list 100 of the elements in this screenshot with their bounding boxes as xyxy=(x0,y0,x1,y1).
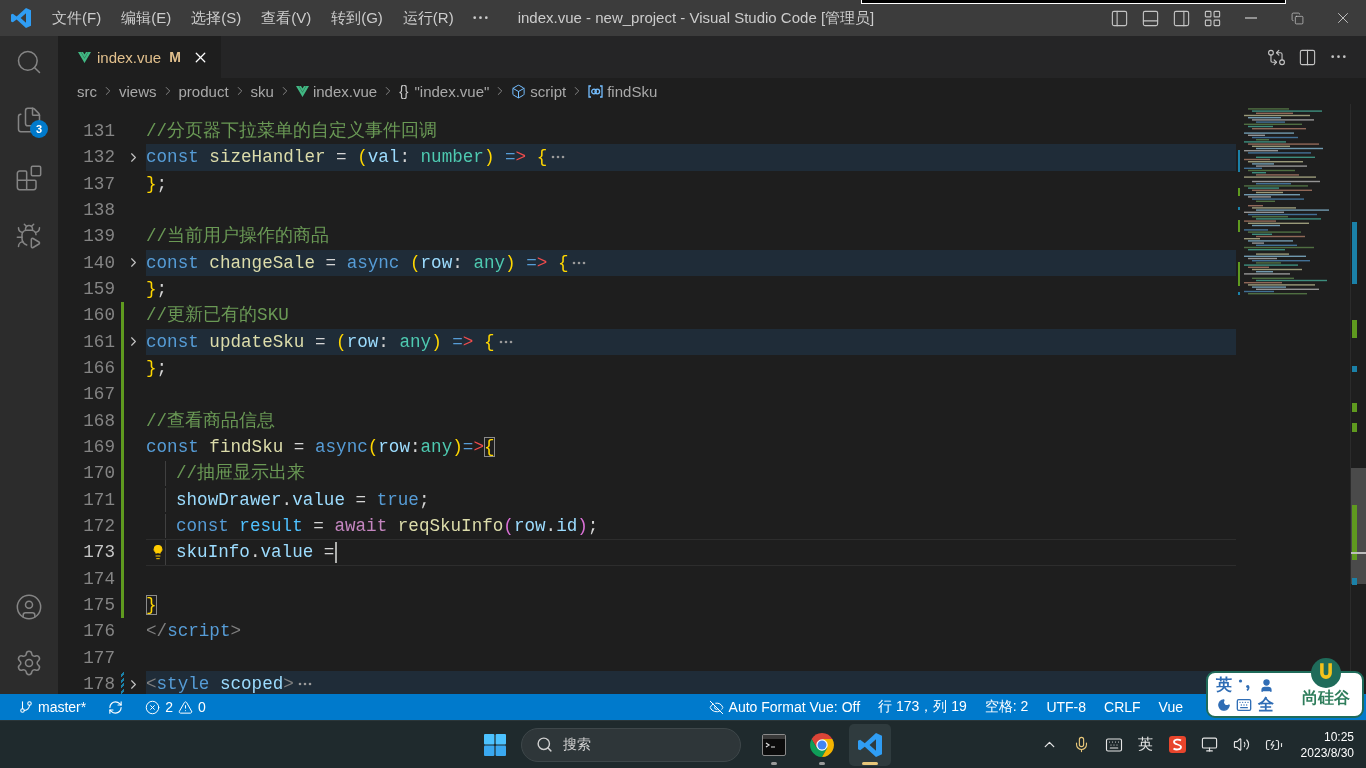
clock-time[interactable]: 10:25 xyxy=(1323,728,1354,745)
status-item[interactable]: 空格: 2 xyxy=(977,696,1036,718)
added-line-marker[interactable] xyxy=(121,512,124,540)
status-item[interactable]: Vue xyxy=(1151,696,1190,718)
breadcrumb-item[interactable]: index.vue xyxy=(312,82,378,100)
account-icon xyxy=(15,593,43,621)
ime-width-toggle[interactable]: 全 xyxy=(1258,696,1274,714)
more-icon xyxy=(473,16,489,20)
added-line-marker[interactable] xyxy=(121,565,124,592)
line-number: 172 xyxy=(83,516,115,537)
modified-line-marker[interactable] xyxy=(121,670,124,694)
breadcrumb-item[interactable]: sku xyxy=(250,82,274,100)
folded-ellipsis-icon[interactable] xyxy=(498,339,513,344)
split-columns-icon xyxy=(1298,47,1317,67)
sync-icon xyxy=(108,699,124,715)
line-number: 167 xyxy=(83,384,115,405)
play-bug-icon xyxy=(15,222,43,250)
line-number: 137 xyxy=(83,173,115,194)
line-number: 168 xyxy=(83,410,115,431)
breadcrumb-item[interactable]: script xyxy=(530,82,567,100)
line-number: 132 xyxy=(83,147,115,168)
line-number: 173 xyxy=(83,542,115,563)
user-icon[interactable] xyxy=(1258,677,1274,693)
round-app-icon xyxy=(810,732,834,757)
moon-icon[interactable] xyxy=(1217,698,1231,712)
line-number: 140 xyxy=(83,252,115,273)
added-line-marker[interactable] xyxy=(121,328,124,355)
lightbulb-icon[interactable] xyxy=(150,544,166,561)
added-line-marker[interactable] xyxy=(121,354,124,382)
volume-icon xyxy=(1233,736,1251,753)
variable-symbol-icon xyxy=(588,84,604,98)
code-line: }; xyxy=(146,172,168,196)
code-line: </script> xyxy=(146,620,242,644)
code-line: const updateSku = (row: any) => { xyxy=(146,330,495,354)
menu-item[interactable]: 选择(S) xyxy=(181,4,252,32)
added-line-marker[interactable] xyxy=(121,381,124,408)
code-line: //查看商品信息 xyxy=(146,409,276,433)
added-line-marker[interactable] xyxy=(121,486,124,513)
blocks-icon xyxy=(15,164,43,192)
line-number: 160 xyxy=(83,305,115,326)
modified-marker: M xyxy=(169,49,181,65)
added-line-marker[interactable] xyxy=(121,539,124,566)
added-line-marker[interactable] xyxy=(121,591,124,619)
line-number: 131 xyxy=(83,121,115,142)
notification-badge: 3 xyxy=(30,120,48,138)
monitor-icon xyxy=(1201,736,1219,753)
search-icon xyxy=(536,736,553,753)
folded-ellipsis-icon[interactable] xyxy=(551,155,566,160)
breadcrumb-item[interactable]: findSku xyxy=(607,82,658,100)
added-line-marker[interactable] xyxy=(121,433,124,461)
ime-language-toggle[interactable]: 英 xyxy=(1216,676,1232,694)
breadcrumb-item[interactable]: product xyxy=(178,82,229,100)
folded-ellipsis-icon[interactable] xyxy=(572,260,587,265)
status-item[interactable]: CRLF xyxy=(1097,696,1148,718)
added-line-marker[interactable] xyxy=(121,302,124,329)
code-line: const changeSale = async (row: any) => { xyxy=(146,251,569,275)
panel-right-icon xyxy=(1172,8,1191,28)
added-line-marker[interactable] xyxy=(121,460,124,487)
v-shape-icon xyxy=(78,51,91,63)
editor-tab[interactable]: index.vue M xyxy=(58,36,221,78)
settings-icon xyxy=(15,649,43,677)
menu-item[interactable]: 转到(G) xyxy=(321,4,393,32)
format-status-button[interactable]: Auto Format Vue: Off xyxy=(701,696,868,718)
code-line: const findSku = async(row:any)=>{ xyxy=(146,436,495,460)
breadcrumb-item[interactable]: src xyxy=(77,82,97,100)
input-language-button[interactable]: 英 xyxy=(1132,728,1159,761)
breadcrumb-item[interactable]: views xyxy=(119,82,157,100)
problems-button[interactable]: 2 0 xyxy=(138,696,213,718)
clock-date[interactable]: 2023/8/30 xyxy=(1300,744,1354,761)
text-cursor xyxy=(335,541,338,563)
layout-grid-icon xyxy=(1203,8,1222,28)
status-item[interactable]: 行 173，列 19 xyxy=(871,696,974,718)
menu-item[interactable]: 编辑(E) xyxy=(111,4,182,32)
menu-item[interactable]: 运行(R) xyxy=(392,4,464,32)
files-icon xyxy=(15,106,43,134)
branch-icon xyxy=(19,700,33,714)
breadcrumb-item[interactable]: "index.vue" xyxy=(414,82,490,100)
code-line: }; xyxy=(146,357,168,381)
menu-item[interactable]: 查看(V) xyxy=(251,4,322,32)
window-title: index.vue - new_project - Visual Studio Code [管理员] xyxy=(517,8,875,28)
restore-icon xyxy=(1290,11,1304,25)
search-icon xyxy=(15,48,43,76)
added-line-marker[interactable] xyxy=(121,407,124,434)
keyboard-icon xyxy=(1104,735,1123,754)
menu-item[interactable]: 文件(F) xyxy=(42,4,112,32)
line-number: 175 xyxy=(83,595,115,616)
code-line: } xyxy=(146,594,157,618)
folded-ellipsis-icon[interactable] xyxy=(297,682,312,687)
line-number: 166 xyxy=(83,358,115,379)
status-item[interactable]: UTF-8 xyxy=(1039,696,1094,718)
running-indicator xyxy=(819,761,825,765)
code-line: //更新已有的SKU xyxy=(146,304,289,328)
explorer-button[interactable]: 3 xyxy=(0,91,58,149)
taskbar-app-button[interactable] xyxy=(849,723,891,766)
taskbar-search-box[interactable]: 搜索 xyxy=(521,727,741,762)
code-line: const sizeHandler = (val: number) => { xyxy=(146,146,548,170)
branch-button[interactable]: master* xyxy=(12,696,94,718)
line-number: 176 xyxy=(83,621,115,642)
keyboard-icon[interactable] xyxy=(1236,697,1252,713)
punctuation-icon xyxy=(1238,679,1250,691)
